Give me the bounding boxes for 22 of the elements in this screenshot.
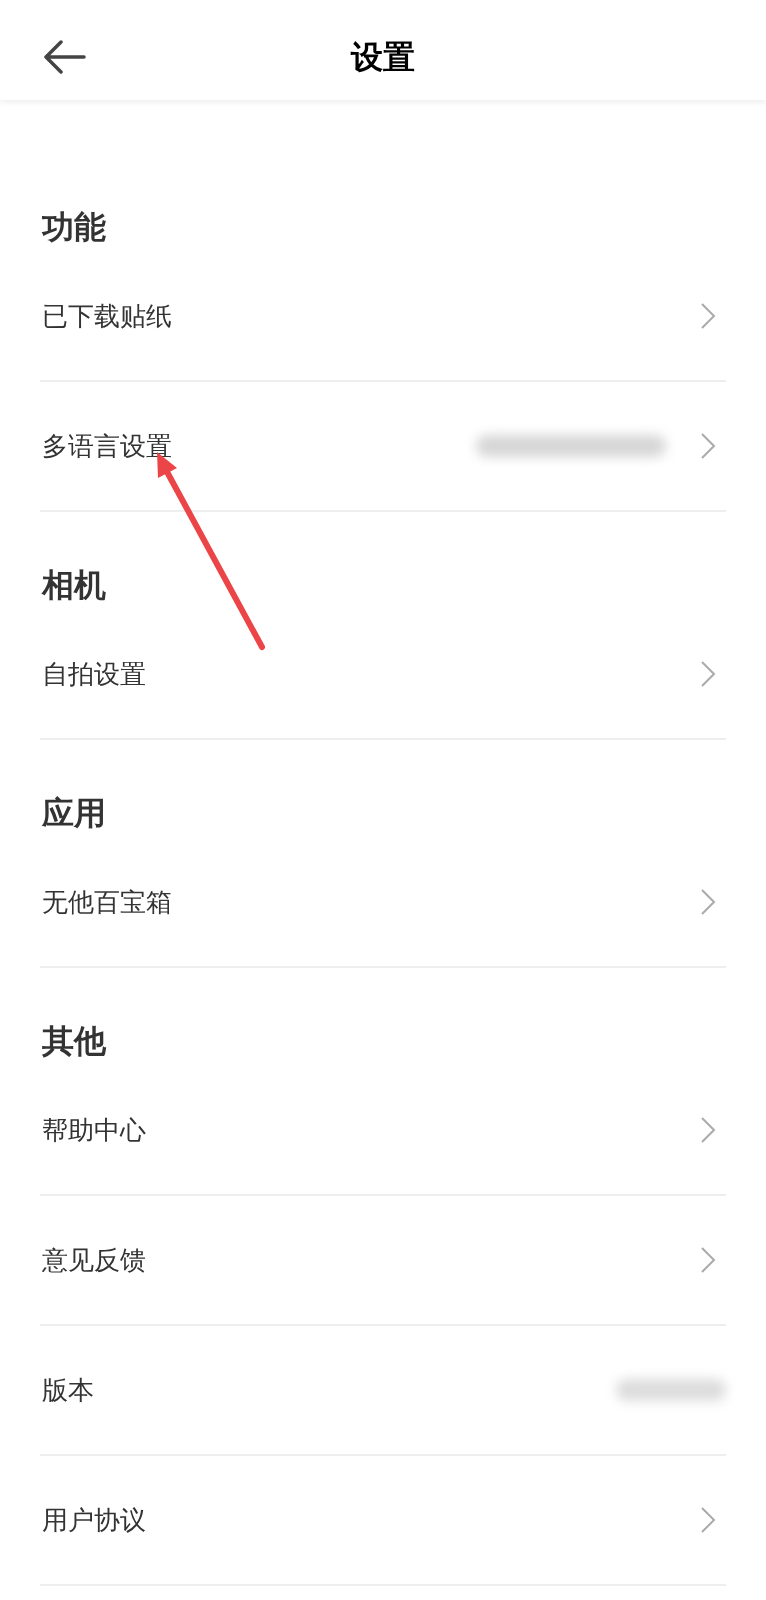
section-heading: 应用 [42,793,106,834]
section-heading: 其他 [42,1021,106,1062]
back-arrow-icon[interactable] [44,40,86,74]
section-heading: 相机 [42,565,106,606]
row-label: 无他百宝箱 [41,885,172,919]
settings-row[interactable]: 已下载贴纸 [40,252,726,382]
section-heading: 功能 [42,207,106,248]
page-title: 设置 [349,37,416,78]
row-label: 已下载贴纸 [41,299,172,333]
row-label: 意见反馈 [41,1243,146,1277]
row-label: 帮助中心 [41,1113,146,1147]
settings-row[interactable]: 自拍设置 [40,610,726,740]
row-label: 用户协议 [41,1503,146,1537]
settings-row[interactable]: 版本 [40,1326,726,1456]
settings-row[interactable]: 意见反馈 [40,1196,726,1326]
row-label: 自拍设置 [41,657,146,691]
row-label: 版本 [41,1373,94,1407]
settings-row[interactable]: 无他百宝箱 [40,838,726,968]
row-label: 多语言设置 [41,429,172,463]
settings-row[interactable]: 多语言设置 [40,382,726,512]
settings-row[interactable]: 用户协议 [40,1456,726,1586]
settings-row[interactable]: 帮助中心 [40,1066,726,1196]
